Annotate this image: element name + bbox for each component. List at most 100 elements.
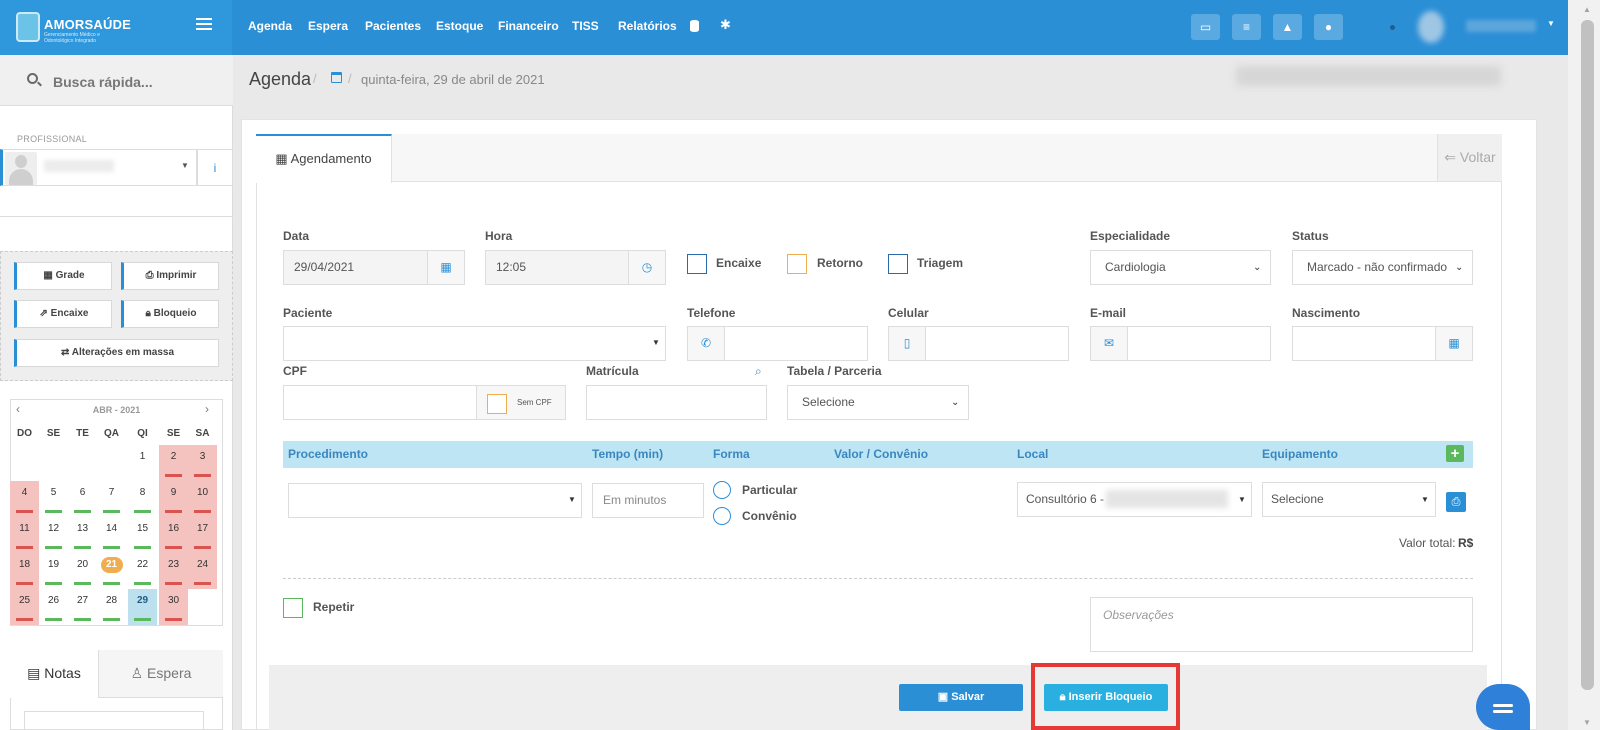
calendar-day[interactable]: 29 (128, 589, 157, 625)
calendar-day[interactable]: 24 (188, 553, 217, 589)
chevron-down-icon[interactable]: ▼ (1238, 495, 1246, 504)
salvar-button[interactable]: ▣ Salvar (899, 684, 1023, 711)
calendar-day[interactable]: 3 (188, 445, 217, 481)
chevron-down-icon[interactable]: ⌄ (1253, 262, 1261, 273)
chevron-down-icon[interactable]: ▼ (1421, 495, 1429, 504)
gear-icon[interactable]: ✱ (720, 17, 731, 33)
calendar-day[interactable]: 23 (159, 553, 188, 589)
grade-button[interactable]: ▦ Grade (14, 262, 112, 290)
observacoes-textarea[interactable]: Observações (1090, 597, 1473, 652)
encaixe-checkbox[interactable] (687, 254, 707, 274)
nav-tiss[interactable]: TISS (572, 19, 599, 33)
add-procedimento-button[interactable]: + (1446, 445, 1464, 462)
procedimento-select[interactable] (288, 483, 582, 518)
nav-relatorios[interactable]: Relatórios (618, 19, 677, 33)
calendar-day[interactable]: 21 (97, 553, 126, 589)
calendar-day[interactable]: 11 (10, 517, 39, 553)
calendar-day[interactable]: 15 (128, 517, 157, 553)
calendar-day[interactable]: 20 (68, 553, 97, 589)
calendar-day[interactable]: 18 (10, 553, 39, 589)
nav-agenda[interactable]: Agenda (248, 19, 292, 33)
quick-search-label[interactable]: Busca rápida... (53, 74, 153, 90)
user-name[interactable] (1466, 20, 1536, 32)
calendar-day[interactable]: 22 (128, 553, 157, 589)
convenio-radio[interactable] (713, 507, 731, 525)
calendar-day[interactable]: 17 (188, 517, 217, 553)
tempo-input[interactable]: Em minutos (592, 483, 704, 518)
telefone-input[interactable] (724, 326, 868, 361)
nav-financeiro[interactable]: Financeiro (498, 19, 559, 33)
calendar-day[interactable]: 8 (128, 481, 157, 517)
scroll-up-icon[interactable]: ▲ (1583, 5, 1591, 14)
data-input[interactable]: 29/04/2021 (283, 250, 428, 285)
calendar-day[interactable]: 9 (159, 481, 188, 517)
chevron-down-icon[interactable]: ▼ (652, 338, 660, 347)
chevron-down-icon[interactable]: ⌄ (951, 397, 959, 408)
hora-input[interactable]: 12:05 (485, 250, 630, 285)
scroll-down-icon[interactable]: ▼ (1583, 718, 1591, 727)
database-icon[interactable] (690, 20, 699, 32)
calendar-day[interactable]: 5 (39, 481, 68, 517)
calendar-day[interactable]: 13 (68, 517, 97, 553)
email-input[interactable] (1127, 326, 1271, 361)
paciente-select[interactable] (283, 326, 666, 361)
calendar-day[interactable]: 6 (68, 481, 97, 517)
repetir-checkbox[interactable] (283, 598, 303, 618)
nav-pacientes[interactable]: Pacientes (365, 19, 421, 33)
triagem-checkbox[interactable] (888, 254, 908, 274)
equipamento-select[interactable]: Selecione (1262, 482, 1436, 517)
calendar-icon[interactable]: ▦ (1435, 326, 1473, 361)
chevron-down-icon[interactable]: ▼ (1547, 19, 1555, 28)
nav-espera[interactable]: Espera (308, 19, 348, 33)
calendar-day[interactable]: 10 (188, 481, 217, 517)
print-icon[interactable]: ⎙ (1446, 492, 1466, 512)
chevron-down-icon[interactable]: ⌄ (1455, 262, 1464, 273)
clock-icon[interactable]: ◷ (628, 250, 666, 285)
chat-icon[interactable]: ● (1314, 14, 1343, 40)
tab-agendamento[interactable]: ▦ Agendamento (256, 134, 392, 183)
calendar-icon[interactable] (331, 72, 342, 83)
calendar-day[interactable]: 25 (10, 589, 39, 625)
sem-cpf-checkbox[interactable] (487, 394, 507, 414)
imprimir-button[interactable]: ⎙ Imprimir (121, 262, 219, 290)
calendar-day[interactable]: 26 (39, 589, 68, 625)
bloqueio-button[interactable]: 🔒︎ Bloqueio (121, 300, 219, 328)
calendar-day[interactable]: 4 (10, 481, 39, 517)
retorno-checkbox[interactable] (787, 254, 807, 274)
cpf-input[interactable] (283, 385, 477, 420)
tab-notas[interactable]: ▤ Notas (10, 650, 99, 698)
calendar-icon[interactable]: ▦ (427, 250, 465, 285)
especialidade-select[interactable]: Cardiologia (1090, 250, 1271, 285)
chat-widget-icon[interactable] (1476, 684, 1530, 730)
matricula-input[interactable] (586, 385, 767, 420)
info-icon[interactable]: i (197, 149, 233, 186)
alteracoes-massa-button[interactable]: ⇄ Alterações em massa (14, 339, 219, 367)
nav-estoque[interactable]: Estoque (436, 19, 483, 33)
scrollbar-thumb[interactable] (1581, 20, 1594, 690)
tab-espera[interactable]: ♙ Espera (99, 650, 223, 698)
nascimento-input[interactable] (1292, 326, 1437, 361)
status-select[interactable]: Marcado - não confirmado (1292, 250, 1473, 285)
calendar-day[interactable]: 1 (128, 445, 157, 481)
chevron-down-icon[interactable]: ▼ (568, 495, 576, 504)
calendar-day[interactable]: 7 (97, 481, 126, 517)
encaixe-button[interactable]: ⇗ Encaixe (14, 300, 112, 328)
bell-icon[interactable]: ▲ (1273, 14, 1302, 40)
search-icon[interactable]: ⌕ (755, 364, 762, 379)
calendar-day[interactable]: 28 (97, 589, 126, 625)
voltar-button[interactable]: ⇐ Voltar (1437, 134, 1502, 181)
inbox-icon[interactable]: ▭ (1191, 14, 1220, 40)
calendar-day[interactable]: 19 (39, 553, 68, 589)
celular-input[interactable] (925, 326, 1069, 361)
user-avatar[interactable] (1418, 11, 1444, 43)
calendar-day[interactable]: 30 (159, 589, 188, 625)
chevron-down-icon[interactable]: ▼ (181, 161, 189, 170)
particular-radio[interactable] (713, 481, 731, 499)
notes-area[interactable] (24, 711, 204, 730)
calendar-day[interactable]: 27 (68, 589, 97, 625)
tabela-select[interactable]: Selecione (787, 385, 969, 420)
calendar-day[interactable]: 12 (39, 517, 68, 553)
calendar-day[interactable]: 14 (97, 517, 126, 553)
message-icon[interactable]: ≡ (1232, 14, 1261, 40)
menu-toggle-icon[interactable] (196, 18, 212, 32)
